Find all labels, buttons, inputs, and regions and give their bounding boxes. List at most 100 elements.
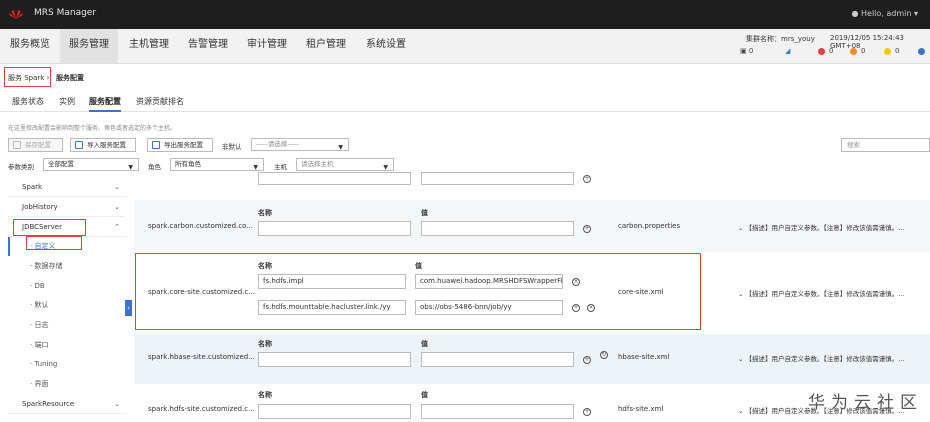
sidebar-sub-default[interactable]: · 默认 — [8, 296, 126, 315]
collapse-sidebar-button[interactable]: ‹ — [125, 300, 132, 316]
expand-icon: ⌄ — [738, 355, 746, 363]
user-icon: ● — [851, 9, 861, 18]
key-header: 名称 — [258, 209, 272, 217]
tab-service-config[interactable]: 服务配置 — [89, 96, 121, 112]
nav-dashboard[interactable]: 服务概览 — [4, 29, 56, 63]
sidebar-sub-tuning[interactable]: · Tuning — [8, 355, 126, 374]
config-key-input[interactable]: fs.hdfs.impl — [258, 274, 406, 289]
breadcrumb-service[interactable]: 服务 Spark › — [8, 73, 49, 83]
caret-down-icon: ▼ — [338, 144, 343, 151]
config-key-input[interactable] — [258, 404, 411, 419]
alarm-info[interactable] — [918, 47, 929, 55]
config-key-input[interactable] — [258, 352, 411, 367]
nav-audit[interactable]: 审计管理 — [240, 29, 294, 63]
chevron-up-icon: ⌃ — [114, 223, 120, 231]
remove-icon[interactable]: × — [587, 304, 595, 312]
value-header: 值 — [421, 209, 428, 217]
tab-service-status[interactable]: 服务状态 — [12, 96, 44, 107]
host-label: 主机 — [274, 163, 287, 171]
config-value-input[interactable]: obs://obs-5486-bnn/job/yy — [415, 300, 563, 315]
nav-system[interactable]: 系统设置 — [358, 29, 414, 63]
search-input[interactable]: 搜索 — [841, 138, 930, 152]
config-key-input[interactable] — [258, 221, 411, 236]
config-name: spark.hbase-site.customized... — [148, 353, 255, 361]
param-type-label: 参数类别 — [8, 163, 34, 171]
minor-icon — [884, 47, 891, 55]
add-icon[interactable]: + — [583, 356, 591, 364]
config-name: spark.core-site.customized.c... — [148, 288, 255, 296]
value-header: 值 — [415, 262, 422, 270]
role-select[interactable]: 所有角色 ▼ — [170, 158, 264, 171]
user-menu[interactable]: ● Hello, admin ▾ — [851, 9, 918, 18]
alarm-minor[interactable]: 0 — [884, 47, 899, 55]
tab-resource-rank[interactable]: 资源贡献排名 — [136, 96, 184, 107]
nav-alarms[interactable]: 告警管理 — [180, 29, 236, 63]
sidebar-sub-db[interactable]: · DB — [8, 277, 126, 296]
config-description[interactable]: ⌄ 【描述】用户自定义参数。【注意】修改该值需谨慎。... — [738, 288, 904, 298]
chevron-down-icon: ⌄ — [114, 183, 120, 191]
top-bar: MRS Manager ● Hello, admin ▾ — [0, 0, 930, 29]
sidebar-item-sparkresource[interactable]: SparkResource ⌄ — [8, 395, 126, 414]
param-type-select[interactable]: 全部配置 ▼ — [43, 158, 139, 171]
active-indicator — [8, 237, 10, 256]
task-icon: ▣ — [740, 47, 749, 55]
sidebar-item-jobhistory[interactable]: JobHistory ⌄ — [8, 198, 126, 217]
expand-icon: ⌄ — [738, 224, 746, 232]
import-icon — [75, 141, 83, 149]
nav-tenants[interactable]: 租户管理 — [298, 29, 354, 63]
import-config-button[interactable]: 导入服务配置 — [70, 138, 136, 152]
alarm-major[interactable]: 0 — [850, 47, 865, 55]
add-icon[interactable]: + — [583, 225, 591, 233]
custom-highlight — [26, 236, 82, 250]
add-icon[interactable]: + — [572, 304, 580, 312]
add-icon[interactable]: + — [583, 175, 591, 183]
expand-icon: ⌄ — [738, 407, 746, 415]
non-default-label: 非默认 — [222, 143, 242, 151]
config-value-input[interactable] — [421, 172, 574, 185]
key-header: 名称 — [258, 340, 272, 348]
nav-hosts[interactable]: 主机管理 — [122, 29, 176, 63]
major-icon — [850, 47, 857, 55]
key-header: 名称 — [258, 262, 272, 270]
config-file: hdfs-site.xml — [618, 405, 664, 413]
speaker-icon[interactable]: ◢ — [785, 47, 790, 55]
task-count[interactable]: ▣ 0 — [740, 47, 753, 55]
config-name: spark.hdfs-site.customized.c... — [148, 405, 255, 413]
host-select[interactable]: 请选择主机 ▼ — [296, 158, 394, 171]
key-header: 名称 — [258, 391, 272, 399]
sidebar-sub-log[interactable]: · 日志 — [8, 316, 126, 335]
config-description[interactable]: ⌄ 【描述】用户自定义参数。【注意】修改该值需谨慎。... — [738, 353, 904, 363]
config-value-input[interactable]: com.huawei.hadoop.MRSHDFSWrapperFi — [415, 274, 563, 289]
app-title: MRS Manager — [34, 8, 97, 18]
alarm-critical[interactable]: 0 — [818, 47, 833, 55]
config-description[interactable]: ⌄ 【描述】用户自定义参数。【注意】修改该值需谨慎。... — [738, 222, 904, 232]
caret-down-icon: ▼ — [128, 164, 133, 171]
sidebar-sub-ui[interactable]: · 界面 — [8, 375, 126, 394]
config-value-input[interactable] — [421, 352, 574, 367]
add-icon[interactable]: + — [583, 408, 591, 416]
export-icon — [152, 141, 160, 149]
config-key-input[interactable] — [258, 172, 411, 185]
chevron-down-icon: ⌄ — [114, 400, 120, 408]
export-config-button[interactable]: 导出服务配置 — [147, 138, 213, 152]
cluster-time: 2019/12/05 15:24:43 GMT+08 — [830, 34, 905, 50]
cluster-name: 集群名称：mrs_youy — [746, 35, 815, 43]
remove-icon[interactable]: × — [572, 278, 580, 286]
save-icon — [13, 141, 21, 149]
nav-services[interactable]: 服务管理 — [60, 29, 118, 63]
non-default-select[interactable]: -----请选择----- ▼ — [251, 138, 349, 151]
tab-instance[interactable]: 实例 — [59, 96, 75, 107]
config-file: hbase-site.xml — [618, 353, 670, 361]
config-value-input[interactable] — [421, 221, 574, 236]
config-file: core-site.xml — [618, 288, 664, 296]
config-name: spark.carbon.customized.co... — [148, 222, 253, 230]
config-value-input[interactable] — [421, 404, 574, 419]
sidebar-sub-storage[interactable]: · 数据存储 — [8, 257, 126, 276]
role-label: 角色 — [148, 163, 161, 171]
config-key-input[interactable]: fs.hdfs.mounttable.hacluster.link./yy — [258, 300, 406, 315]
sidebar-sub-port[interactable]: · 端口 — [8, 336, 126, 355]
huawei-logo — [9, 10, 23, 19]
refresh-icon[interactable]: ↻ — [600, 351, 608, 359]
save-config-button[interactable]: 保存配置 — [8, 138, 63, 152]
sidebar-item-spark[interactable]: Spark ⌄ — [8, 178, 126, 197]
